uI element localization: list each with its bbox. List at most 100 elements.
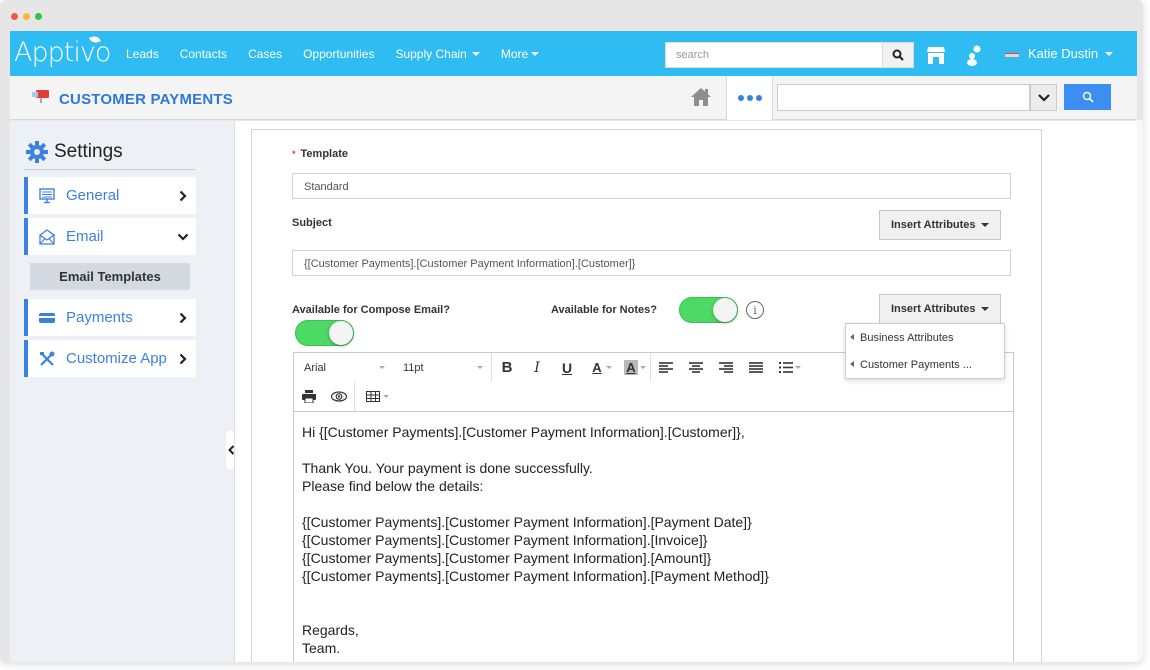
rich-text-editor: Arial 11pt B I U A A Hi {[Customer Payme… <box>293 352 1014 662</box>
module-header: CUSTOMER PAYMENTS <box>10 76 1137 120</box>
toolbar-row-1: Arial 11pt B I U A A <box>294 353 805 382</box>
page-scrollbar[interactable] <box>1137 120 1143 662</box>
more-options-button[interactable] <box>726 76 773 120</box>
caret-down-icon <box>379 366 385 369</box>
search-filter-dropdown[interactable] <box>1030 84 1057 111</box>
body-line <box>302 495 1005 513</box>
caret-down-icon <box>1105 51 1114 56</box>
sidebar-item-customize-app[interactable]: Customize App <box>24 340 196 377</box>
font-family-value: Arial <box>304 361 327 374</box>
nav-label: Contacts <box>179 46 228 61</box>
align-center-button[interactable] <box>681 353 711 382</box>
table-button[interactable] <box>361 382 385 411</box>
main-menu: Leads Contacts Cases Opportunities Suppl… <box>126 31 560 76</box>
font-size-select[interactable]: 11pt <box>393 353 491 382</box>
caret-down-icon[interactable] <box>795 366 801 369</box>
font-family-select[interactable]: Arial <box>294 353 393 382</box>
body-line: {[Customer Payments].[Customer Payment I… <box>302 532 708 548</box>
people-icon[interactable] <box>965 44 983 66</box>
global-search-button[interactable] <box>882 42 914 68</box>
subject-insert-attributes-button[interactable]: Insert Attributes <box>879 210 1001 240</box>
body-line: {[Customer Payments].[Customer Payment I… <box>302 514 752 530</box>
sidebar-item-email[interactable]: Email <box>24 218 196 255</box>
caret-down-icon <box>477 366 483 369</box>
subject-input[interactable]: {[Customer Payments].[Customer Payment I… <box>292 250 1011 276</box>
body-line <box>302 585 1005 603</box>
chevron-right-icon <box>176 312 190 324</box>
menu-item-business-attributes[interactable]: Business Attributes <box>846 324 1004 351</box>
user-flag-icon <box>1005 53 1019 57</box>
align-right-button[interactable] <box>711 353 741 382</box>
user-menu[interactable]: Katie Dustin <box>1028 46 1114 61</box>
home-icon[interactable] <box>690 86 712 108</box>
print-icon <box>302 390 316 403</box>
email-body-editor[interactable]: Hi {[Customer Payments].[Customer Paymen… <box>294 413 1013 662</box>
user-name: Katie Dustin <box>1028 46 1099 61</box>
notes-toggle[interactable] <box>679 297 738 323</box>
body-insert-attributes-button[interactable]: Insert Attributes <box>879 294 1001 324</box>
caret-down-icon <box>531 51 540 56</box>
dot <box>746 95 753 101</box>
body-line: Regards, <box>302 622 359 638</box>
main-content: * Template Standard Subject Insert Attrib… <box>234 121 1137 662</box>
nav-contacts[interactable]: Contacts <box>180 47 227 61</box>
sidebar-subitem-email-templates[interactable]: Email Templates <box>30 263 190 290</box>
module-search-button[interactable] <box>1064 84 1111 110</box>
toggle-knob <box>713 298 737 322</box>
chevron-down-icon <box>176 233 190 241</box>
mailbox-icon <box>32 90 49 103</box>
button-label: Insert Attributes <box>891 303 976 315</box>
monitor-icon <box>39 187 55 204</box>
settings-heading: Settings <box>26 141 123 163</box>
caret-left-icon <box>850 361 854 367</box>
menu-item-label: Business Attributes <box>860 331 954 344</box>
envelope-icon <box>39 228 55 245</box>
sidebar-item-label: Email <box>66 228 104 245</box>
body-line: Please find below the details: <box>302 478 484 494</box>
compose-email-toggle[interactable] <box>295 320 354 346</box>
body-line: Thank You. Your payment is done successf… <box>302 460 593 476</box>
template-label: * Template <box>292 148 348 160</box>
browser-window: Apptivo Leads Contacts Cases Opportuniti… <box>0 0 1143 662</box>
maximize-window-button[interactable] <box>35 13 42 20</box>
align-left-icon <box>659 362 673 373</box>
nav-leads[interactable]: Leads <box>126 47 159 61</box>
global-search-input[interactable]: search <box>665 42 883 68</box>
page-title: CUSTOMER PAYMENTS <box>59 91 233 108</box>
sidebar-item-payments[interactable]: Payments <box>24 299 196 336</box>
body-line: Team. <box>302 640 341 656</box>
nav-label: Leads <box>126 46 159 61</box>
body-line: {[Customer Payments].[Customer Payment I… <box>302 568 769 584</box>
sidebar-item-label: General <box>66 187 120 204</box>
italic-button[interactable]: I <box>522 353 552 382</box>
subject-label: Subject <box>292 217 332 229</box>
toolbar-row-2 <box>294 382 389 411</box>
underline-button[interactable]: U <box>552 353 582 382</box>
nav-supply-chain[interactable]: Supply Chain <box>395 46 480 61</box>
dot <box>737 95 744 101</box>
template-name-input[interactable]: Standard <box>292 173 1011 199</box>
notes-label: Available for Notes? <box>551 304 657 316</box>
minimize-window-button[interactable] <box>23 13 30 20</box>
apptivo-logo[interactable]: Apptivo <box>14 34 111 68</box>
print-button[interactable] <box>294 382 324 411</box>
close-window-button[interactable] <box>11 13 18 20</box>
bold-button[interactable]: B <box>492 353 522 382</box>
caret-down-icon[interactable] <box>383 395 389 398</box>
nav-cases[interactable]: Cases <box>248 47 282 61</box>
module-search-input[interactable] <box>777 84 1030 111</box>
justify-button[interactable] <box>741 353 771 382</box>
menu-item-customer-payments[interactable]: Customer Payments ... <box>846 351 1004 378</box>
nav-label: Supply Chain <box>395 46 467 61</box>
justify-icon <box>749 362 763 373</box>
preview-button[interactable] <box>324 382 354 411</box>
nav-more[interactable]: More <box>501 47 540 61</box>
caret-down-icon[interactable] <box>606 366 612 369</box>
info-icon[interactable]: i <box>746 301 764 319</box>
caret-down-icon[interactable] <box>640 366 646 369</box>
store-icon[interactable] <box>927 45 945 65</box>
sidebar-item-general[interactable]: General <box>24 177 196 214</box>
align-left-button[interactable] <box>651 353 681 382</box>
template-label-text: Template <box>300 148 348 160</box>
nav-opportunities[interactable]: Opportunities <box>303 47 374 61</box>
